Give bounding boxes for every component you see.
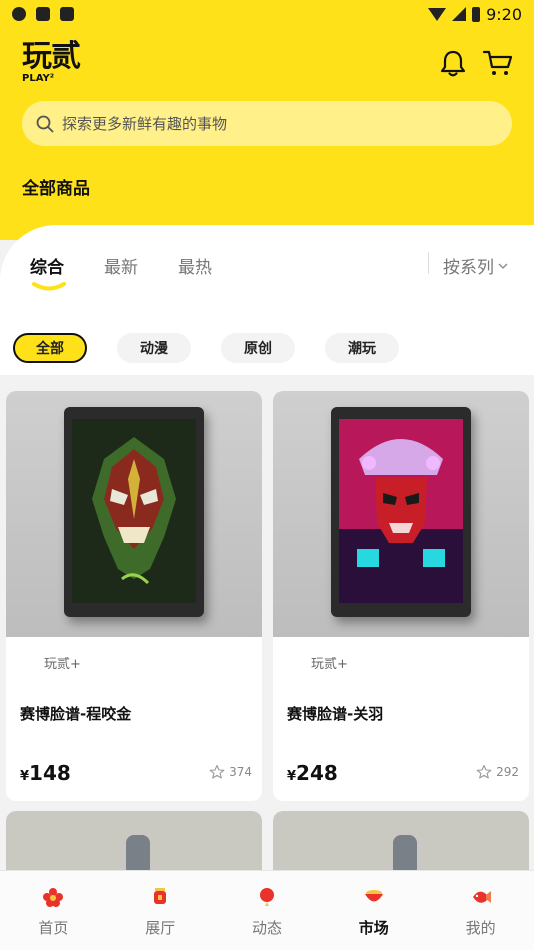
product-price: ¥148 [20,761,71,785]
robot-figure-image [126,835,150,871]
app-logo: 玩贰 PLAY² [22,39,81,85]
series-filter-label: 按系列 [443,258,494,278]
chip-original[interactable]: 原创 [221,333,295,363]
cyber-opera-mask-red-art [339,419,463,603]
active-tab-indicator [32,282,66,291]
nav-market[interactable]: 市场 [320,871,427,950]
product-brand: 玩贰+ [311,657,348,672]
price-value: 148 [29,761,71,785]
star-icon [209,764,225,779]
product-panel: 综合 最新 最热 按系列 全部 动漫 原创 潮玩 玩贰+ 赛博脸谱-程咬金 ¥1… [0,225,534,871]
search-placeholder: 探索更多新鲜有趣的事物 [62,115,228,133]
nav-profile[interactable]: 我的 [427,871,534,950]
product-image [273,391,529,637]
product-price: ¥248 [287,761,338,785]
header: 玩贰 PLAY² 探索更多新鲜有趣的事物 全部商品 [0,28,534,240]
app-notification-icon [60,7,74,21]
product-image [6,391,262,637]
product-name: 赛博脸谱-关羽 [287,705,384,723]
category-chips: 全部 动漫 原创 潮玩 [13,333,399,363]
likes-count: 374 [229,765,252,779]
product-grid: 玩贰+ 赛博脸谱-程咬金 ¥148 374 玩贰+ 赛博脸谱-关羽 ¥248 2… [0,375,534,871]
treasure-bowl-icon [364,890,383,902]
robot-figure-image [393,835,417,871]
product-card[interactable] [6,811,262,871]
chip-anime[interactable]: 动漫 [117,333,191,363]
tab-newest[interactable]: 最新 [104,253,138,278]
battery-icon [472,6,481,22]
product-brand: 玩贰+ [44,657,81,672]
nav-gallery[interactable]: 展厅 [107,871,214,950]
product-card[interactable]: 玩贰+ 赛博脸谱-程咬金 ¥148 374 [6,391,262,801]
lantern-icon [154,888,167,904]
product-card[interactable]: 玩贰+ 赛博脸谱-关羽 ¥248 292 [273,391,529,801]
series-filter-dropdown[interactable]: 按系列 [443,253,508,278]
tablet-frame [64,407,204,617]
section-title: 全部商品 [22,179,90,199]
cart-icon[interactable] [482,48,514,78]
signal-icon [452,7,467,21]
price-value: 248 [296,761,338,785]
sync-notification-icon [12,7,26,21]
search-bar[interactable]: 探索更多新鲜有趣的事物 [22,101,512,146]
star-icon [476,764,492,779]
bottom-nav: 首页 展厅 动态 市场 我的 [0,870,534,950]
likes-counter[interactable]: 374 [209,764,252,780]
chip-all[interactable]: 全部 [13,333,87,363]
sort-tabs: 综合 最新 最热 [30,253,212,278]
cyber-opera-mask-green-art [72,419,196,603]
likes-counter[interactable]: 292 [476,764,519,780]
bell-icon[interactable] [438,48,468,78]
wifi-icon [428,7,447,21]
search-icon [36,115,54,132]
currency-symbol: ¥ [20,769,30,784]
nav-home[interactable]: 首页 [0,871,107,950]
product-card[interactable] [273,811,529,871]
flower-icon [43,888,64,907]
balloon-icon [259,888,274,906]
chevron-down-icon [498,263,508,269]
tablet-frame [331,407,471,617]
currency-symbol: ¥ [287,769,297,784]
mail-notification-icon [36,7,50,21]
product-name: 赛博脸谱-程咬金 [20,705,132,723]
product-image [6,811,262,871]
koi-fish-icon [472,891,491,903]
chip-trendy-toys[interactable]: 潮玩 [325,333,399,363]
filter-divider [428,252,429,274]
tab-comprehensive[interactable]: 综合 [30,253,64,278]
nav-feed[interactable]: 动态 [214,871,321,950]
tab-hottest[interactable]: 最热 [178,253,212,278]
product-image [273,811,529,871]
status-time: 9:20 [486,4,522,24]
status-bar: 9:20 [0,0,534,28]
likes-count: 292 [496,765,519,779]
